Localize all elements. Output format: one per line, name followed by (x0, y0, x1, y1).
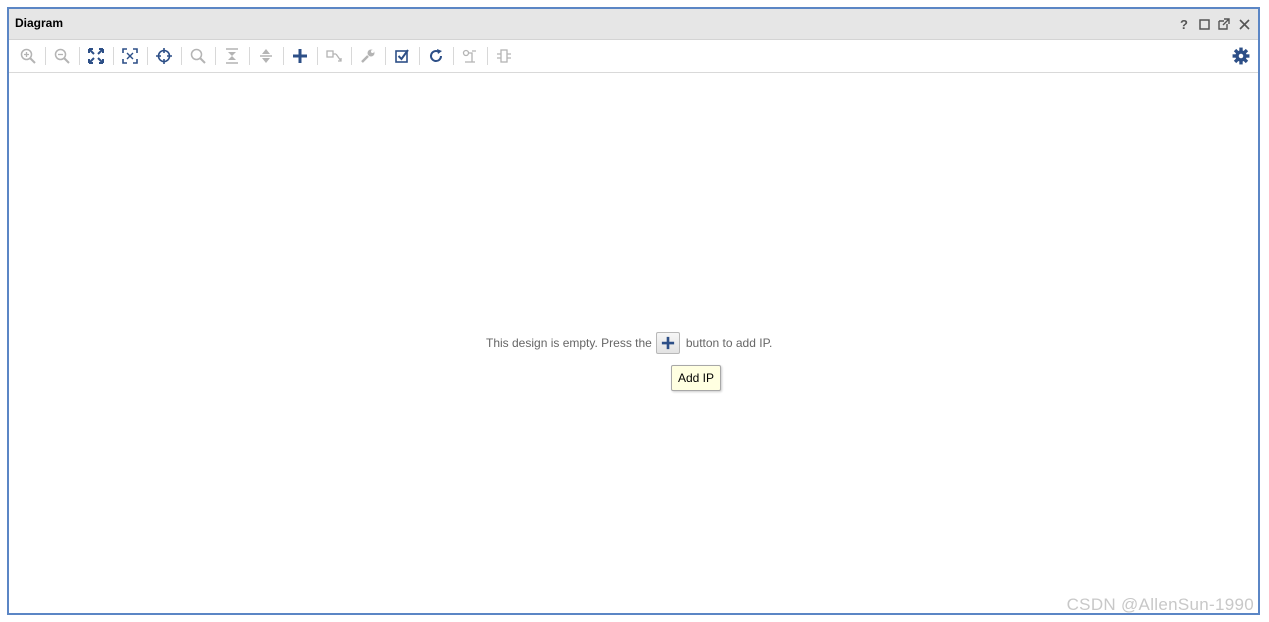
ports-icon (497, 49, 511, 63)
expand-all-icon (260, 49, 272, 63)
collapse-all-button[interactable] (215, 44, 249, 68)
add-ip-icon (661, 336, 674, 350)
zoom-out-button[interactable] (45, 44, 79, 68)
add-ip-tooltip: Add IP (671, 365, 722, 391)
search-button[interactable] (181, 44, 215, 68)
zoom-fit-button[interactable] (79, 44, 113, 68)
search-icon (190, 48, 206, 64)
make-connection-button[interactable] (317, 44, 351, 68)
zoom-selection-button[interactable] (113, 44, 147, 68)
watermark: CSDN @AllenSun-1990 (1066, 595, 1254, 614)
autofit-selection-button[interactable] (147, 44, 181, 68)
empty-message-text-before: This design is empty. Press the (486, 336, 652, 350)
diagram-window: Diagram ? This design is empty. Press th… (7, 7, 1260, 615)
validate-design-icon (395, 49, 409, 63)
wrench-icon (361, 49, 375, 63)
collapse-all-icon (226, 48, 238, 64)
title-bar: Diagram ? (9, 9, 1258, 40)
gear-icon[interactable] (1232, 47, 1250, 65)
add-ip-button[interactable] (283, 44, 317, 68)
add-ip-icon (293, 49, 307, 63)
empty-message-text-after: button to add IP. (685, 336, 773, 350)
window-controls: ? (1176, 16, 1252, 32)
validate-design-button[interactable] (385, 44, 419, 68)
zoom-out-icon (54, 48, 70, 64)
regenerate-layout-icon (430, 49, 443, 62)
ports-button[interactable] (487, 44, 521, 68)
maximize-icon[interactable] (1196, 16, 1212, 32)
diagram-canvas[interactable]: This design is empty. Press the button t… (9, 73, 1258, 613)
regenerate-layout-button[interactable] (419, 44, 453, 68)
optimize-routing-button[interactable] (453, 44, 487, 68)
wrench-button[interactable] (351, 44, 385, 68)
close-icon[interactable] (1236, 16, 1252, 32)
make-connection-icon (326, 50, 342, 62)
help-icon[interactable]: ? (1176, 16, 1192, 32)
expand-all-button[interactable] (249, 44, 283, 68)
zoom-in-icon (20, 48, 36, 64)
zoom-in-button[interactable] (11, 44, 45, 68)
window-title: Diagram (15, 16, 64, 30)
optimize-routing-icon (462, 49, 476, 63)
zoom-fit-icon (88, 48, 104, 64)
empty-design-message: This design is empty. Press the button t… (486, 332, 772, 354)
zoom-selection-icon (122, 48, 138, 64)
float-icon[interactable] (1216, 16, 1232, 32)
inline-add-ip-button[interactable] (655, 332, 680, 354)
diagram-toolbar (9, 40, 1258, 73)
autofit-selection-icon (156, 48, 172, 64)
